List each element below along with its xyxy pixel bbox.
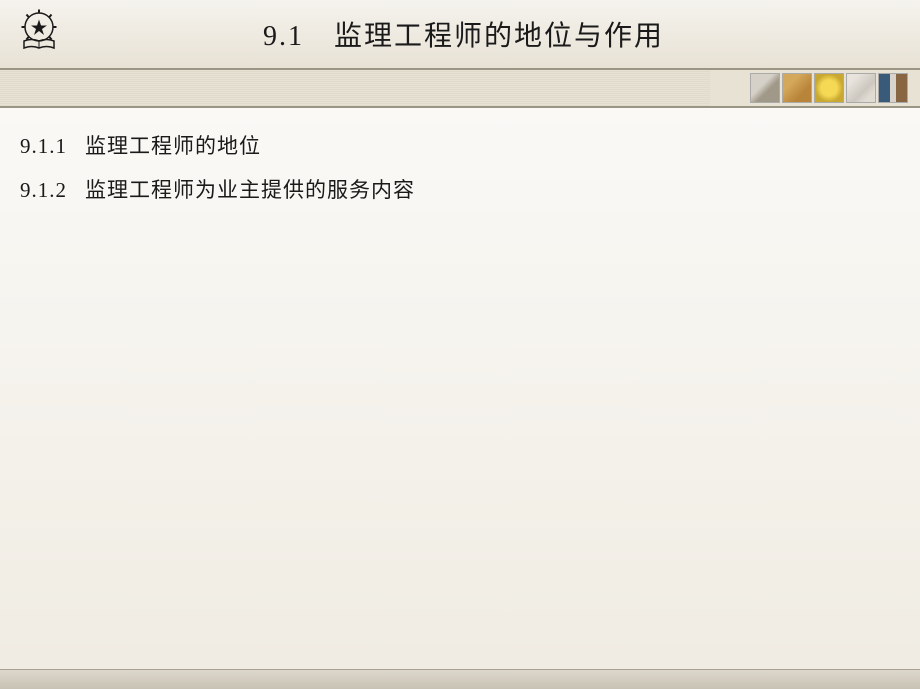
logo: [12, 7, 67, 62]
slide-footer: [0, 669, 920, 689]
item-number: 9.1.1: [20, 134, 67, 158]
people-icon: [878, 73, 908, 103]
slide-header: 9.1 监理工程师的地位与作用: [0, 0, 920, 70]
clock-icon: [814, 73, 844, 103]
icon-bar: [0, 70, 920, 108]
drafting-icon: [846, 73, 876, 103]
slide-title: 9.1 监理工程师的地位与作用: [67, 14, 920, 54]
gear-star-book-icon: [14, 7, 64, 57]
content-item: 9.1.2 监理工程师为业主提供的服务内容: [20, 174, 900, 204]
slide-content: 9.1.1 监理工程师的地位 9.1.2 监理工程师为业主提供的服务内容: [0, 108, 920, 669]
item-text: 监理工程师的地位: [85, 134, 261, 158]
item-text: 监理工程师为业主提供的服务内容: [85, 178, 415, 202]
compass-icon: [750, 73, 780, 103]
hand-icon: [782, 73, 812, 103]
content-item: 9.1.1 监理工程师的地位: [20, 130, 900, 160]
decorative-icons: [750, 73, 908, 103]
item-number: 9.1.2: [20, 178, 67, 202]
